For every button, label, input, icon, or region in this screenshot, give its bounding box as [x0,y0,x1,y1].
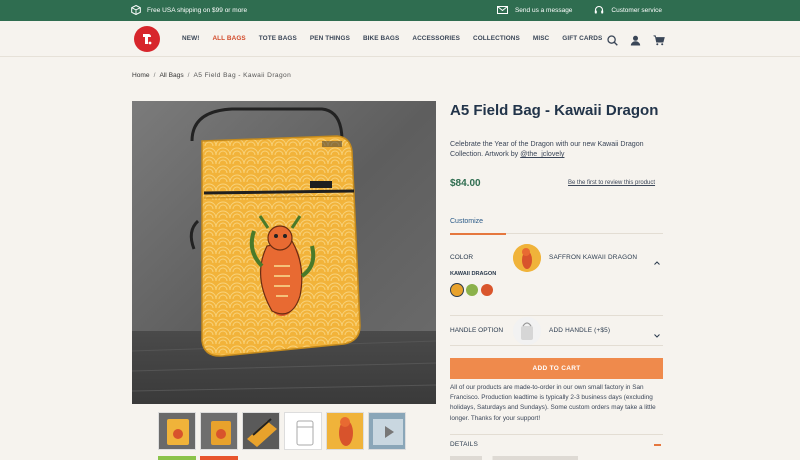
breadcrumb: Home / All Bags / A5 Field Bag - Kawaii … [132,72,291,79]
swatch-green[interactable] [466,284,478,296]
breadcrumb-current: A5 Field Bag - Kawaii Dragon [193,72,292,79]
envelope-icon [496,6,508,14]
thumbnail-6-video[interactable] [368,412,406,450]
thumbnail-1[interactable] [158,412,196,450]
thumbnail-4[interactable] [284,412,322,450]
details-accordion[interactable]: DETAILS [450,434,663,454]
nav-item-misc[interactable]: MISC [533,35,549,42]
nav-item-collections[interactable]: COLLECTIONS [473,35,520,42]
nav-item-gift-cards[interactable]: GIFT CARDS [562,35,602,42]
account-icon[interactable] [630,33,641,51]
collapse-icon[interactable] [654,444,661,446]
thumbnail-7[interactable] [158,456,196,460]
thumbnail-2[interactable] [200,412,238,450]
handle-option-label: HANDLE OPTION [450,327,504,334]
thumbnail-strip [158,412,406,450]
details-label: DETAILS [450,441,479,448]
write-review-link[interactable]: Be the first to review this product [568,180,655,186]
box-icon [131,5,141,15]
nav-item-tote-bags[interactable]: TOTE BAGS [259,35,297,42]
color-swatches [451,284,493,296]
breadcrumb-all-bags[interactable]: All Bags [159,72,183,79]
color-selected-swatch[interactable] [513,244,541,272]
handle-option-image[interactable] [513,317,541,345]
artist-link[interactable]: @the_jclovely [520,150,564,158]
cart-icon[interactable] [653,33,665,51]
thumbnail-3[interactable] [242,412,280,450]
site-logo[interactable] [134,26,160,52]
nav-item-pen-things[interactable]: PEN THINGS [310,35,350,42]
search-icon[interactable] [607,33,618,51]
thumbnail-8[interactable] [200,456,238,460]
product-title: A5 Field Bag - Kawaii Dragon [450,102,659,119]
nav-item-accessories[interactable]: ACCESSORIES [412,35,460,42]
swatch-saffron[interactable] [451,284,463,296]
breadcrumb-separator: / [153,72,156,79]
add-to-cart-button[interactable]: ADD TO CART [450,358,663,379]
thumbnail-strip-row-2 [158,456,238,460]
swatch-red[interactable] [481,284,493,296]
color-option-label: COLOR [450,254,474,261]
product-description: Celebrate the Year of the Dragon with ou… [450,139,662,159]
headset-icon [594,5,604,15]
handle-option-value: ADD HANDLE (+$5) [549,327,611,334]
thumbnail-5[interactable] [326,412,364,450]
details-text-preview [450,456,663,460]
product-main-image[interactable] [132,101,436,404]
main-navigation: NEW! ALL BAGS TOTE BAGS PEN THINGS BIKE … [182,35,615,42]
site-header: NEW! ALL BAGS TOTE BAGS PEN THINGS BIKE … [0,21,800,57]
production-notice: All of our products are made-to-order in… [450,384,656,422]
customer-service-link[interactable]: Customer service [594,5,662,15]
chevron-down-icon[interactable] [653,327,661,338]
breadcrumb-separator: / [187,72,190,79]
handle-option-section: HANDLE OPTION ADD HANDLE (+$5) [450,316,663,346]
send-message-link[interactable]: Send us a message [496,6,573,14]
top-announcement-bar: Free USA shipping on $99 or more Send us… [0,0,800,21]
shipping-text: Free USA shipping on $99 or more [147,6,248,14]
product-price: $84.00 [450,178,481,189]
nav-item-bike-bags[interactable]: BIKE BAGS [363,35,399,42]
breadcrumb-home[interactable]: Home [132,72,150,79]
nav-item-new[interactable]: NEW! [182,35,199,42]
customer-service-label: Customer service [611,6,662,14]
tab-customize[interactable]: Customize [450,218,506,235]
send-message-label: Send us a message [514,6,573,14]
logo-mark-icon [143,34,152,45]
swatch-group-label: KAWAII DRAGON [450,271,497,277]
color-selected-value: SAFFRON KAWAII DRAGON [549,254,638,261]
nav-item-all-bags[interactable]: ALL BAGS [212,35,245,42]
chevron-up-icon[interactable] [653,254,661,265]
customize-tabs: Customize [450,214,663,235]
shipping-notice: Free USA shipping on $99 or more [131,5,247,15]
